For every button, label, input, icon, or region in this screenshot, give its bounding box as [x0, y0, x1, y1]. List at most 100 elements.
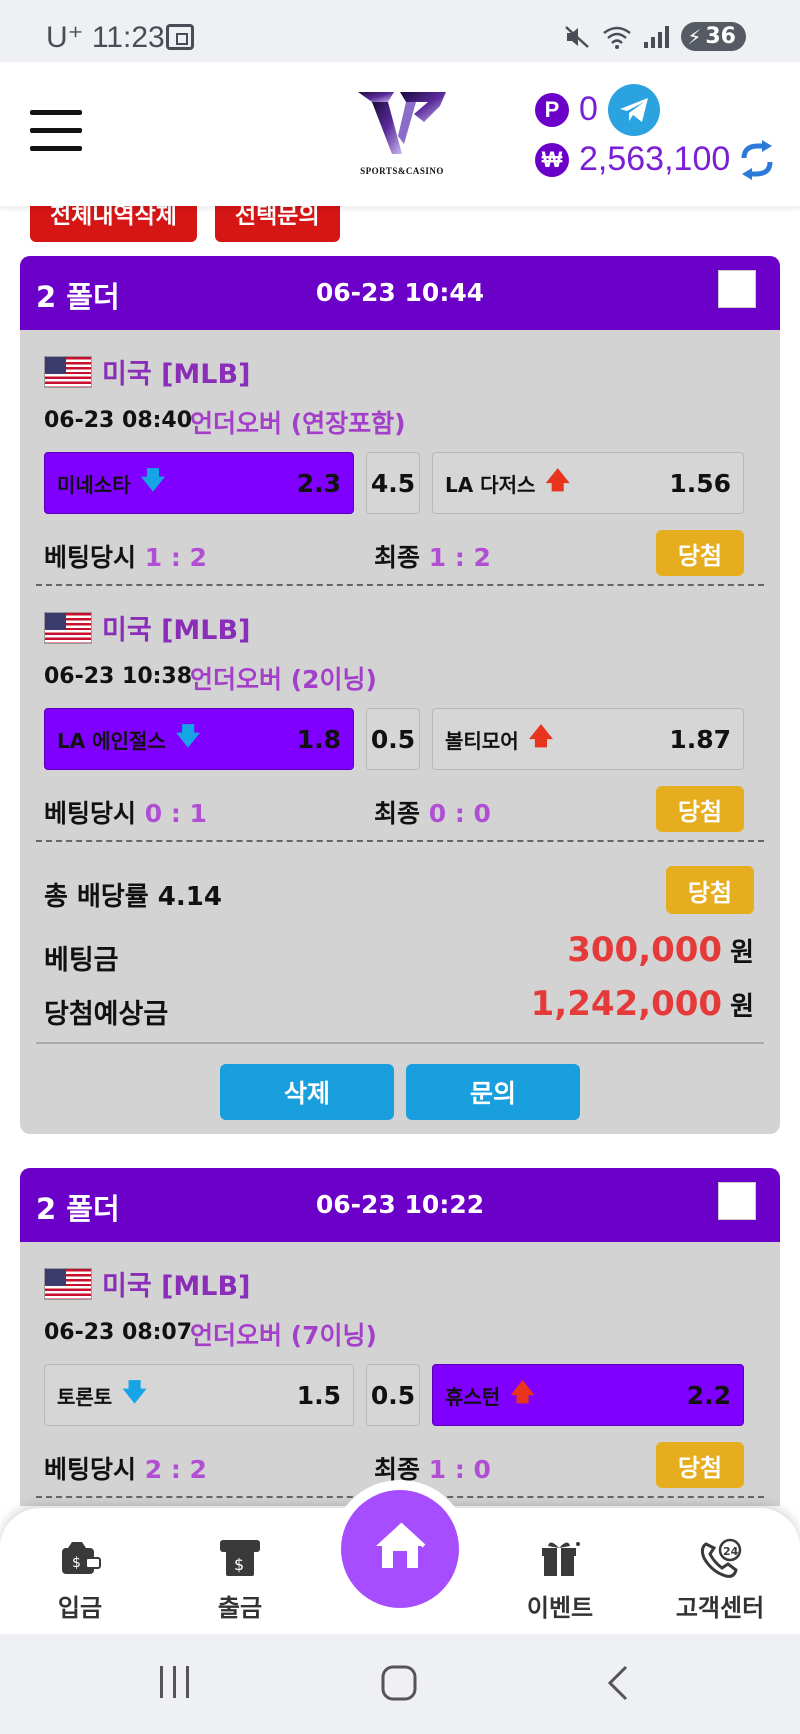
final-score: 최종 0 : 0 — [374, 799, 491, 828]
charging-icon: ⚡ — [687, 24, 702, 49]
arrow-up-icon: 🡅 — [545, 465, 571, 494]
score-row: 베팅당시 0 : 1 최종 0 : 0 당첨 — [44, 786, 744, 832]
svg-text:24: 24 — [723, 1545, 739, 1558]
arrow-down-icon: 🡇 — [122, 1377, 147, 1406]
points-display: P 0 — [535, 90, 598, 129]
back-icon[interactable] — [606, 1664, 630, 1702]
league: 미국 [MLB] — [44, 1264, 250, 1303]
score-row: 베팅당시 1 : 2 최종 1 : 2 당첨 — [44, 530, 744, 576]
atm-icon: $ — [220, 1540, 260, 1576]
wallet-icon: $ — [62, 1542, 101, 1574]
match-time: 06-23 08:07 — [44, 1320, 193, 1345]
nav-support-label: 고객센터 — [675, 1594, 765, 1622]
bet-history-list[interactable]: 전체내역삭제 선택문의 2 폴더 06-23 10:44 미국 [MLB] 06… — [0, 206, 800, 1506]
telegram-icon[interactable] — [608, 84, 660, 136]
total-odds: 총 배당률 4.14 — [44, 882, 222, 912]
expected-win-label: 당첨예상금 — [44, 999, 169, 1030]
home-button[interactable] — [341, 1490, 459, 1608]
home-odd: 토론토 🡇 1.5 — [44, 1364, 354, 1426]
select-checkbox[interactable] — [718, 270, 756, 308]
mute-icon — [565, 25, 590, 48]
status-icons: ⚡ 36 — [564, 22, 746, 51]
refresh-icon[interactable] — [740, 140, 774, 187]
league: 미국 [MLB] — [44, 608, 250, 647]
points-value: 0 — [579, 90, 598, 128]
card-header: 2 폴더 06-23 10:44 — [20, 256, 780, 330]
result-badge: 당첨 — [656, 530, 744, 576]
stake-amount: 300,000 원 — [567, 930, 754, 970]
home-odd: LA 에인절스 🡇 1.8 — [44, 708, 354, 770]
delete-button[interactable]: 삭제 — [220, 1064, 394, 1120]
expected-win-amount: 1,242,000 원 — [530, 984, 754, 1024]
match-row: 미국 [MLB] 06-23 08:40 언더오버 (연장포함) 미네소타 🡇 2… — [36, 330, 764, 586]
balance-display: ₩ 2,563,100 — [535, 140, 730, 179]
delete-all-button[interactable]: 전체내역삭제 — [30, 206, 197, 242]
line-value: 0.5 — [366, 708, 420, 770]
nav-deposit-label: 입금 — [57, 1594, 103, 1622]
nav-event[interactable]: 이벤트 — [500, 1538, 620, 1623]
away-team: 볼티모어 — [445, 728, 519, 753]
us-flag-icon — [44, 1267, 92, 1300]
away-odd: LA 다저스 🡅 1.56 — [432, 452, 744, 514]
score-row: 베팅당시 2 : 2 최종 1 : 0 당첨 — [44, 1442, 744, 1488]
market-type: 언더오버 (연장포함) — [190, 409, 406, 438]
match-row: 미국 [MLB] 06-23 10:38 언더오버 (2이닝) LA 에인절스 🡇… — [36, 586, 764, 842]
home-team: 토론토 — [57, 1384, 113, 1409]
handicap-line: 0.5 — [370, 1380, 416, 1410]
recent-apps-icon[interactable] — [158, 1664, 192, 1700]
svg-text:$: $ — [72, 1555, 81, 1571]
carrier-time: U⁺ 11:23 — [46, 21, 165, 54]
league: 미국 [MLB] — [44, 352, 250, 391]
home-icon — [376, 1522, 426, 1568]
bet-time-score: 베팅당시 1 : 2 — [44, 543, 207, 572]
inquiry-button[interactable]: 문의 — [406, 1064, 580, 1120]
points-icon: P — [535, 92, 569, 127]
brand-logo[interactable]: SPORTS&CASINO — [354, 84, 450, 184]
arrow-down-icon: 🡇 — [140, 465, 166, 494]
nav-deposit[interactable]: $ 입금 — [20, 1538, 140, 1623]
select-checkbox[interactable] — [718, 1182, 756, 1220]
wifi-icon — [603, 26, 632, 49]
arrow-up-icon: 🡅 — [510, 1377, 535, 1406]
final-score: 최종 1 : 0 — [374, 1455, 491, 1484]
odds-row: LA 에인절스 🡇 1.8 0.5 볼티모어 🡅 1.87 — [44, 708, 744, 770]
logo-text: SPORTS&CASINO — [360, 166, 444, 176]
away-odd: 휴스턴 🡅 2.2 — [432, 1364, 744, 1426]
away-team: 휴스턴 — [445, 1384, 501, 1409]
nav-support[interactable]: 24 고객센터 — [660, 1538, 780, 1623]
home-nav-icon[interactable] — [380, 1664, 418, 1702]
bet-date: 06-23 10:44 — [315, 278, 485, 307]
balance-value: 2,563,100 — [579, 140, 731, 178]
odds-row: 토론토 🡇 1.5 0.5 휴스턴 🡅 2.2 — [44, 1364, 744, 1426]
home-team: 미네소타 — [57, 472, 131, 497]
match-time: 06-23 08:40 — [44, 408, 193, 433]
bet-time-score: 베팅당시 2 : 2 — [44, 1455, 207, 1484]
nav-withdraw[interactable]: $ 출금 — [180, 1538, 300, 1623]
home-odds: 1.8 — [296, 724, 341, 754]
logo-icon — [358, 92, 446, 154]
away-odds: 1.56 — [669, 468, 731, 498]
total-result-badge: 당첨 — [666, 866, 754, 914]
odds-row: 미네소타 🡇 2.3 4.5 LA 다저스 🡅 1.56 — [44, 452, 744, 514]
market-type: 언더오버 (2이닝) — [190, 665, 377, 694]
home-odds: 2.3 — [296, 468, 341, 498]
app-header: SPORTS&CASINO P 0 ₩ 2,563,100 — [0, 62, 800, 206]
list-actions: 전체내역삭제 선택문의 — [30, 206, 340, 242]
handicap-line: 4.5 — [370, 468, 416, 498]
us-flag-icon — [44, 355, 92, 388]
card-header: 2 폴더 06-23 10:22 — [20, 1168, 780, 1242]
league-name: 미국 [MLB] — [102, 615, 251, 646]
away-odd: 볼티모어 🡅 1.87 — [432, 708, 744, 770]
select-inquiry-button[interactable]: 선택문의 — [214, 206, 340, 242]
away-team: LA 다저스 — [445, 472, 536, 497]
result-badge: 당첨 — [656, 786, 744, 832]
line-value: 0.5 — [366, 1364, 420, 1426]
bet-time-score: 베팅당시 0 : 1 — [44, 799, 207, 828]
nav-withdraw-label: 출금 — [217, 1594, 263, 1622]
menu-icon[interactable] — [30, 110, 82, 152]
line-value: 4.5 — [366, 452, 420, 514]
market-type: 언더오버 (7이닝) — [190, 1321, 377, 1350]
home-team: LA 에인절스 — [57, 728, 166, 753]
phone-24-icon: 24 — [700, 1538, 742, 1578]
screenshot-icon — [166, 24, 194, 50]
